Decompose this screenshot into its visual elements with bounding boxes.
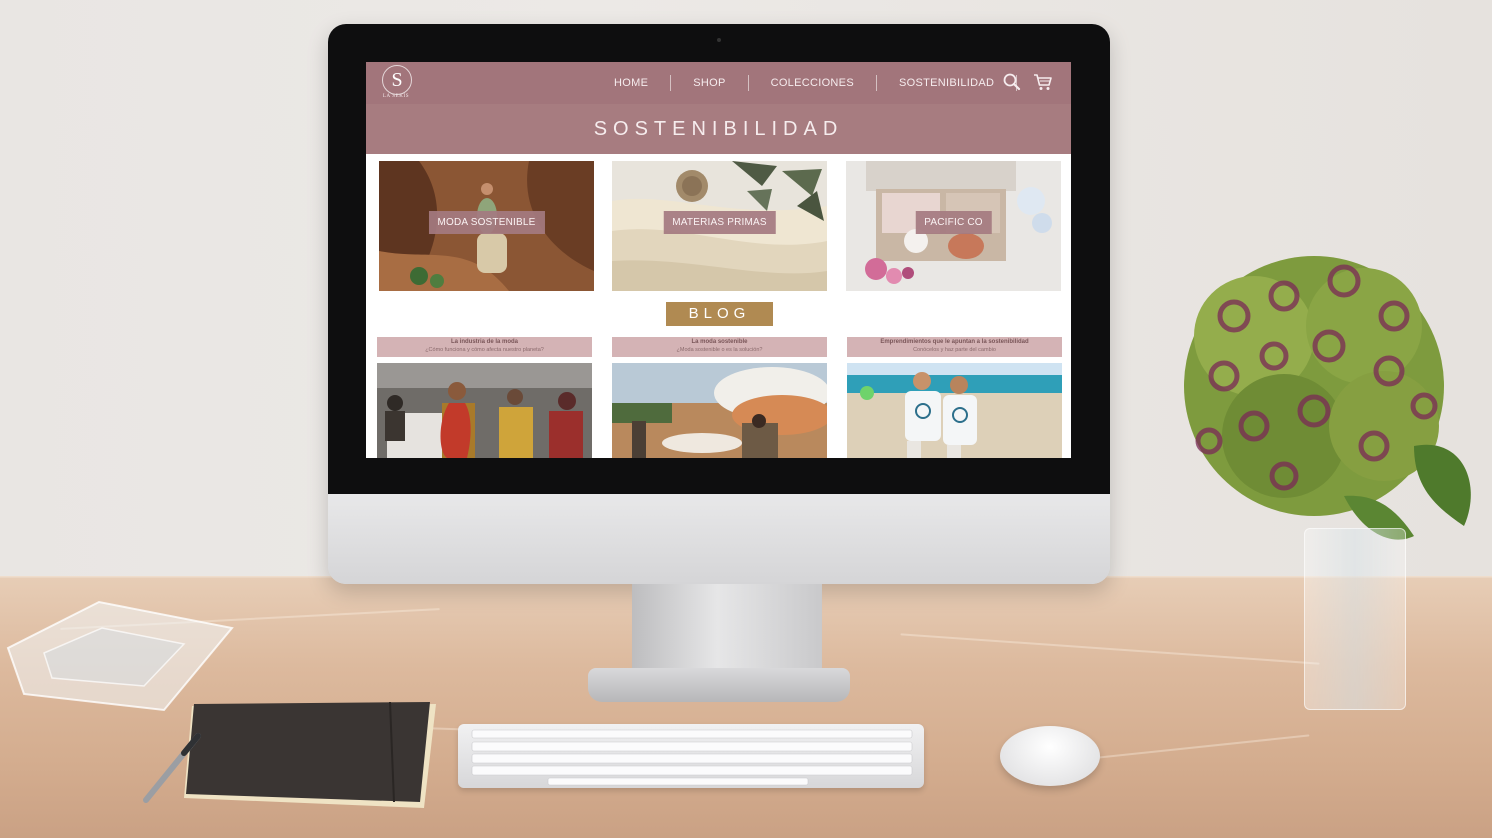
page-title: SOSTENIBILIDAD [593,118,844,140]
blog-post-emprendimientos[interactable]: Emprendimientos que le apuntan a la sost… [847,337,1062,458]
glass-tray [6,600,234,712]
imac-chin [328,494,1110,584]
category-label: MODA SOSTENIBLE [428,211,545,234]
notebook [184,702,436,808]
post-image-cotton [612,363,827,458]
nav-item-shop[interactable]: SHOP [671,77,747,89]
pen [143,733,201,803]
blog-post-industria[interactable]: La industria de la moda ¿Cómo funciona y… [377,337,592,458]
post-subtitle: ¿Cómo funciona y cómo afecta nuestro pla… [425,347,544,353]
post-title: La industria de la moda [450,339,518,345]
post-subtitle: ¿Moda sostenible o es la solución? [676,347,763,353]
magic-mouse [1000,726,1100,786]
nav-item-colecciones[interactable]: COLECCIONES [749,77,876,89]
site-logo[interactable]: S LA SEKIS [376,65,416,103]
category-label: PACIFIC CO [915,211,992,234]
keyboard [458,724,924,788]
blog-post-moda-sostenible[interactable]: La moda sostenible ¿Moda sostenible o es… [612,337,827,458]
nav-menu: HOME SHOP COLECCIONES SOSTENIBILIDAD [592,62,1018,104]
search-icon[interactable] [1001,71,1023,93]
nav-item-home[interactable]: HOME [592,77,670,89]
imac-stand-base [588,668,850,702]
post-title: Emprendimientos que le apuntan a la sost… [880,339,1029,345]
keyboard-keys [471,729,913,786]
imac-stand [632,584,822,672]
cart-icon[interactable] [1032,71,1054,93]
post-subtitle: Conócelos y haz parte del cambio [913,347,996,353]
category-card-pacific-co[interactable]: PACIFIC CO [846,161,1061,291]
post-image-beach [847,363,1062,458]
site-navbar: S LA SEKIS HOME SHOP COLECCIONES SOSTENI… [366,62,1071,104]
category-card-materias-primas[interactable]: MATERIAS PRIMAS [612,161,827,291]
category-card-moda-sostenible[interactable]: MODA SOSTENIBLE [379,161,594,291]
glass-vase [1304,528,1406,710]
website-screen: S LA SEKIS HOME SHOP COLECCIONES SOSTENI… [366,62,1071,458]
logo-mark: S [382,65,412,95]
nav-item-sostenibilidad[interactable]: SOSTENIBILIDAD [877,77,1016,89]
post-image-factory [377,363,592,458]
blog-heading: BLOG [666,302,773,326]
category-label: MATERIAS PRIMAS [663,211,776,234]
hydrangea-flowers [1184,256,1471,540]
post-title: La moda sostenible [691,339,748,345]
camera-icon [717,38,721,42]
logo-text: LA SEKIS [382,94,410,99]
